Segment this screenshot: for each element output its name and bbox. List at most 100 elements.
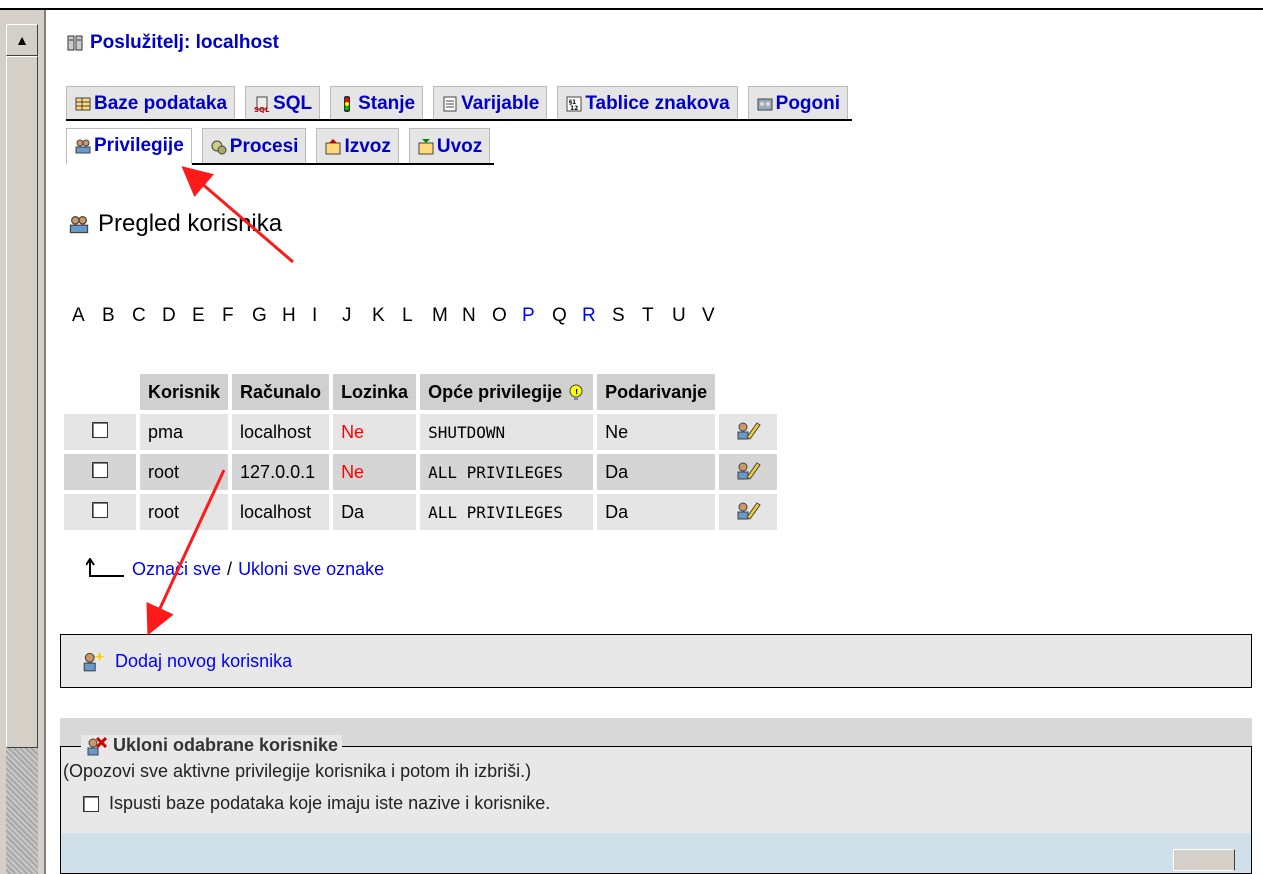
alpha-letter-n: N (462, 305, 476, 326)
processes-icon (211, 140, 227, 155)
alpha-letter-r[interactable]: R (582, 305, 612, 327)
header-grant: Podarivanje (597, 374, 716, 410)
cell-privileges: ALL PRIVILEGES (420, 454, 594, 490)
alpha-letter-q: Q (552, 305, 567, 326)
server-breadcrumb[interactable]: Poslužitelj: localhost (66, 32, 279, 54)
cell-user: pma (140, 414, 229, 450)
check-all-link[interactable]: Označi sve (132, 559, 221, 580)
header-host: Računalo (232, 374, 330, 410)
tab-row-2: Privilegije Procesi Izvoz Uvoz (66, 128, 495, 165)
row-checkbox-cell[interactable] (64, 454, 136, 490)
cell-edit[interactable] (719, 494, 778, 530)
add-user-icon (83, 651, 105, 672)
tab-engines[interactable]: Pogoni (747, 86, 849, 119)
scrollbar-thumb[interactable] (6, 56, 38, 748)
table-row: root localhost Da ALL PRIVILEGES Da (64, 494, 778, 530)
check-all-controls: Označi sve / Ukloni sve oznake (86, 558, 384, 580)
alpha-letter-l: L (402, 305, 413, 326)
variables-icon (443, 96, 457, 112)
users-table: Korisnik Računalo Lozinka Opće privilegi… (60, 370, 781, 534)
svg-text:SQL: SQL (254, 106, 270, 113)
drop-databases-label[interactable]: Ispusti baze podataka koje imaju iste na… (109, 793, 550, 814)
charset-icon: §112 (566, 96, 582, 112)
alpha-letter-p[interactable]: P (522, 305, 552, 327)
tab-sql[interactable]: SQL SQL (245, 86, 321, 119)
alpha-letter-j: J (342, 305, 352, 326)
tab-import[interactable]: Uvoz (408, 128, 491, 163)
tab-export[interactable]: Izvoz (316, 128, 399, 163)
edit-privileges-icon[interactable] (735, 419, 761, 441)
alpha-letter-f: F (222, 305, 234, 326)
row-checkbox-cell[interactable] (64, 414, 136, 450)
alpha-letter-g: G (252, 305, 267, 326)
cell-host: 127.0.0.1 (232, 454, 330, 490)
cell-grant: Ne (597, 414, 716, 450)
header-user: Korisnik (140, 374, 229, 410)
cell-host: localhost (232, 494, 330, 530)
tab-databases[interactable]: Baze podataka (66, 86, 236, 119)
remove-user-icon (87, 736, 107, 755)
table-row: root 127.0.0.1 Ne ALL PRIVILEGES Da (64, 454, 778, 490)
engines-icon (757, 98, 773, 111)
cell-edit[interactable] (719, 414, 778, 450)
database-icon (75, 97, 91, 111)
alpha-letter-u: U (672, 305, 686, 326)
drop-databases-checkbox[interactable] (83, 795, 99, 812)
privileges-icon (75, 139, 91, 154)
alpha-letter-t: T (642, 305, 654, 326)
scroll-up-button[interactable]: ▲ (6, 24, 38, 56)
top-clipped-caption (0, 0, 1263, 10)
svg-text:!: ! (575, 388, 578, 396)
go-button[interactable] (1173, 849, 1235, 871)
row-checkbox-cell[interactable] (64, 494, 136, 530)
row-checkbox[interactable] (92, 421, 108, 438)
drop-databases-option[interactable]: Ispusti baze podataka koje imaju iste na… (83, 793, 550, 814)
main-content: Poslužitelj: localhost Baze podataka SQL… (60, 20, 1263, 874)
add-user-box: Dodaj novog korisnika (60, 634, 1252, 688)
users-icon (69, 216, 89, 234)
uncheck-all-link[interactable]: Ukloni sve oznake (238, 559, 384, 580)
alpha-letter-b: B (102, 305, 115, 326)
tab-privileges[interactable]: Privilegije (66, 128, 192, 165)
tab-variables[interactable]: Varijable (433, 86, 548, 119)
svg-text:12: 12 (570, 105, 578, 112)
cell-edit[interactable] (719, 454, 778, 490)
hint-bulb-icon[interactable]: ! (567, 384, 585, 402)
remove-users-legend: Ukloni odabrane korisnike (81, 735, 343, 756)
tab-processes[interactable]: Procesi (201, 128, 307, 163)
remove-users-footer (61, 833, 1251, 873)
tab-charsets[interactable]: §1 12 Tablice znakova (557, 86, 738, 119)
row-checkbox[interactable] (92, 501, 108, 518)
edit-privileges-icon[interactable] (735, 499, 761, 521)
row-checkbox[interactable] (92, 461, 108, 478)
cell-grant: Da (597, 494, 716, 530)
server-icon (67, 35, 83, 51)
table-row: pma localhost Ne SHUTDOWN Ne (64, 414, 778, 450)
add-user-link[interactable]: Dodaj novog korisnika (115, 651, 292, 672)
cell-user: root (140, 494, 229, 530)
alpha-letter-s: S (612, 305, 625, 326)
alpha-letter-m: M (432, 305, 448, 326)
alpha-letter-i: I (312, 305, 318, 326)
left-frame-scrollbar[interactable]: ▲ (0, 10, 46, 874)
remove-users-fieldset: Ukloni odabrane korisnike (Opozovi sve a… (60, 735, 1252, 874)
alphabet-filter: ABCDEFGHI JKLMNOPQRSTUV (72, 305, 732, 327)
cell-password: Ne (333, 454, 417, 490)
remove-users-description: (Opozovi sve aktivne privilegije korisni… (63, 761, 532, 781)
alpha-letter-o: O (492, 305, 507, 326)
edit-privileges-icon[interactable] (735, 459, 761, 481)
status-icon (344, 96, 351, 112)
cell-grant: Da (597, 454, 716, 490)
cell-password: Da (333, 494, 417, 530)
sql-icon: SQL (254, 96, 270, 113)
server-label[interactable]: Poslužitelj: localhost (90, 32, 279, 54)
header-checkbox-col (64, 374, 136, 410)
cell-user: root (140, 454, 229, 490)
tab-row-1: Baze podataka SQL SQL Stanje Varijable §… (66, 86, 853, 121)
alpha-letter-v: V (702, 305, 715, 326)
export-icon (325, 139, 341, 155)
page-title: Pregled korisnika (68, 210, 282, 238)
cell-password: Ne (333, 414, 417, 450)
page-title-text: Pregled korisnika (98, 210, 283, 237)
tab-status[interactable]: Stanje (330, 86, 424, 119)
